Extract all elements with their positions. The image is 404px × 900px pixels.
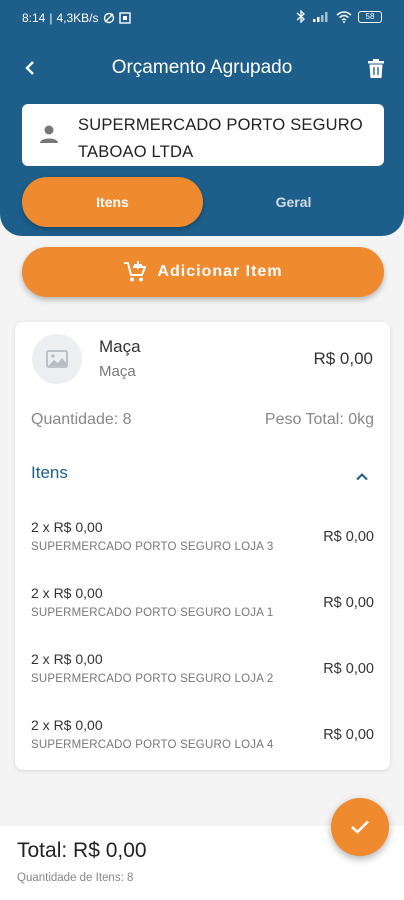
list-item: 2 x R$ 0,00 SUPERMERCADO PORTO SEGURO LO… [15, 717, 390, 769]
collapse-items-button[interactable] [352, 466, 372, 486]
product-image-placeholder [32, 334, 82, 384]
data-saver-icon [103, 12, 114, 24]
item-total: R$ 0,00 [323, 661, 374, 677]
item-quantity-price: 2 x R$ 0,00 [31, 717, 103, 733]
items-count: Quantidade de Itens: 8 [17, 872, 134, 884]
tab-bar: Itens Geral [22, 177, 384, 227]
list-item: 2 x R$ 0,00 SUPERMERCADO PORTO SEGURO LO… [15, 585, 390, 637]
page-title: Orçamento Agrupado [111, 57, 293, 78]
client-name: SUPERMERCADO PORTO SEGURO TABOAO LTDA [78, 116, 363, 161]
item-store: SUPERMERCADO PORTO SEGURO LOJA 2 [31, 673, 274, 685]
add-item-label: Adicionar Item [157, 263, 283, 280]
item-total: R$ 0,00 [323, 727, 374, 743]
item-store: SUPERMERCADO PORTO SEGURO LOJA 1 [31, 607, 274, 619]
network-speed: 4,3KB/s [56, 11, 99, 25]
total-value: Total: R$ 0,00 [17, 839, 147, 862]
signal-icon [313, 11, 328, 22]
confirm-button[interactable] [331, 798, 389, 856]
item-store: SUPERMERCADO PORTO SEGURO LOJA 4 [31, 739, 274, 751]
client-card[interactable]: SUPERMERCADO PORTO SEGURO TABOAO LTDA [22, 104, 384, 166]
add-cart-icon [124, 261, 147, 282]
item-total: R$ 0,00 [323, 529, 374, 545]
item-quantity-price: 2 x R$ 0,00 [31, 519, 103, 535]
product-weight: Peso Total: 0kg [264, 411, 374, 428]
tab-itens[interactable]: Itens [22, 177, 203, 227]
battery-icon: 58 [358, 10, 382, 23]
wifi-icon [336, 10, 352, 23]
chevron-up-icon [356, 472, 368, 480]
item-quantity-price: 2 x R$ 0,00 [31, 585, 103, 601]
person-icon [40, 125, 58, 143]
product-subtitle: Maça [99, 363, 136, 380]
list-item: 2 x R$ 0,00 SUPERMERCADO PORTO SEGURO LO… [15, 519, 390, 571]
list-item: 2 x R$ 0,00 SUPERMERCADO PORTO SEGURO LO… [15, 651, 390, 703]
tab-geral[interactable]: Geral [203, 177, 384, 227]
bluetooth-icon [296, 10, 305, 23]
items-section-title[interactable]: Itens [31, 463, 68, 483]
product-price: R$ 0,00 [313, 349, 373, 368]
status-bar: 8:14 | 4,3KB/s 58 [0, 0, 404, 36]
trash-icon [368, 58, 384, 78]
product-quantity: Quantidade: 8 [31, 411, 132, 428]
image-icon [46, 350, 68, 368]
item-total: R$ 0,00 [323, 595, 374, 611]
item-quantity-price: 2 x R$ 0,00 [31, 651, 103, 667]
app-header: 8:14 | 4,3KB/s 58 Orçamento Agrupado SUP… [0, 0, 404, 236]
product-name: Maça [99, 337, 141, 356]
app-notification-icon [118, 12, 131, 24]
status-time: 8:14 [22, 11, 46, 25]
item-store: SUPERMERCADO PORTO SEGURO LOJA 3 [31, 541, 274, 553]
add-item-button[interactable]: Adicionar Item [22, 247, 384, 297]
product-card[interactable]: Maça Maça R$ 0,00 Quantidade: 8 Peso Tot… [15, 322, 390, 770]
delete-button[interactable] [362, 54, 390, 82]
check-icon [351, 820, 369, 834]
